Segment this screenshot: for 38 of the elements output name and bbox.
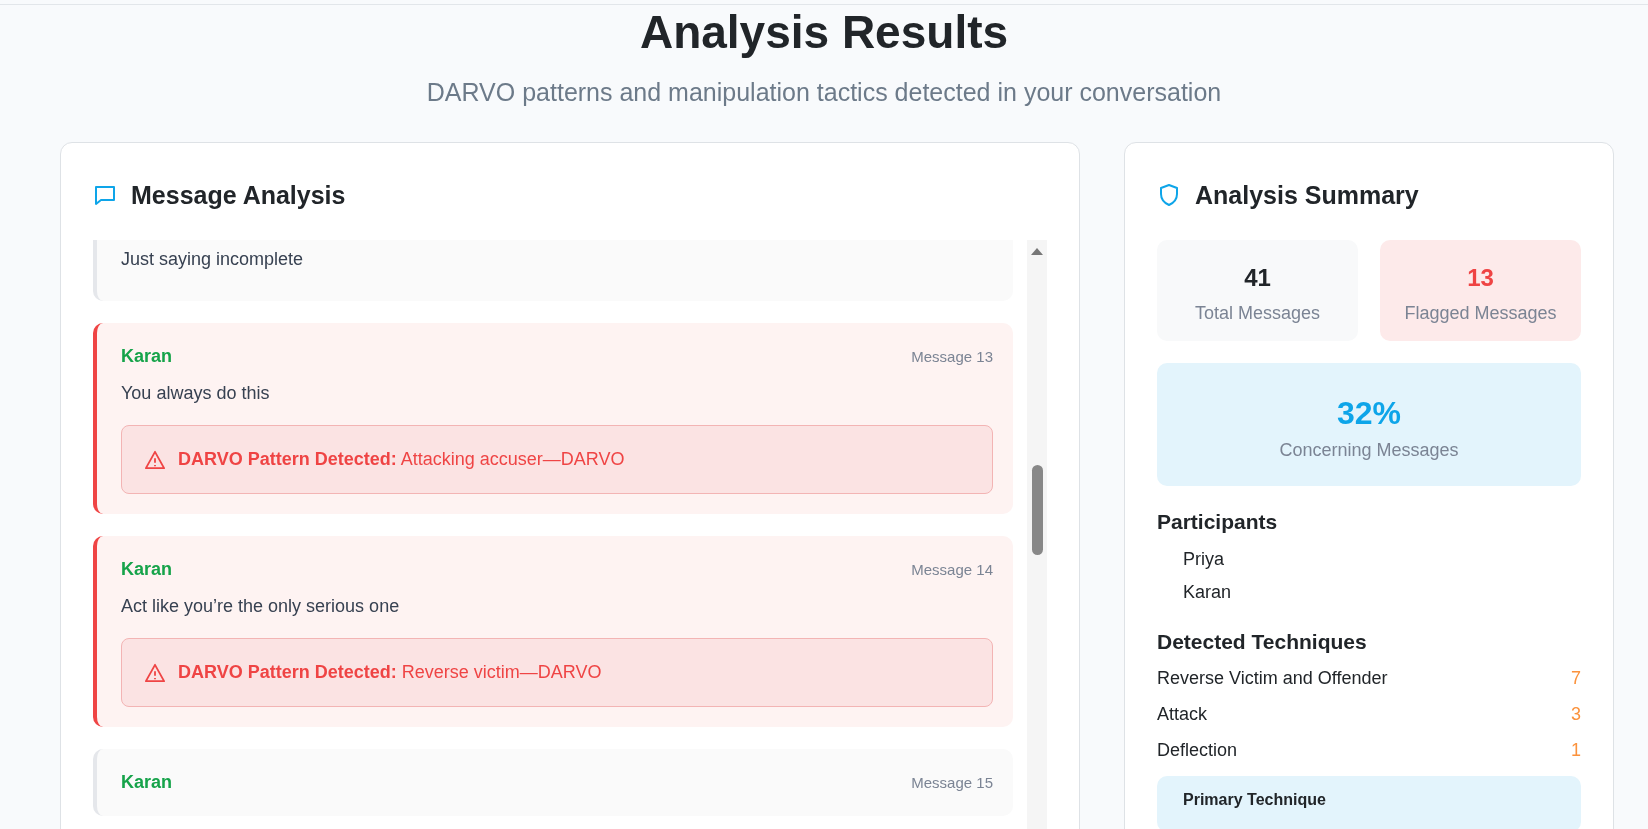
panel-title: Analysis Summary [1195, 179, 1419, 211]
technique-name: Attack [1157, 703, 1208, 727]
participant-name: Karan [1182, 580, 1233, 604]
section-heading: Detected Techniques [1157, 628, 1368, 655]
sender-name: Karan [121, 771, 173, 795]
stat-value: 41 [1243, 263, 1272, 294]
warning-icon [144, 662, 166, 683]
message-number: Message 15 [911, 773, 993, 794]
alert-text: DARVO Pattern Detected: Attacking accuser—DARVO [178, 448, 625, 472]
message-number: Message 13 [911, 347, 993, 368]
technique-name: Deflection [1157, 739, 1238, 763]
message-text: Just saying incomplete [121, 248, 305, 272]
concern-label: Concerning Messages [1278, 439, 1460, 463]
message-text: You always do this [121, 382, 271, 406]
sender-name: Karan [121, 345, 173, 369]
sender-name: Karan [121, 558, 173, 582]
stat-value: 13 [1466, 263, 1495, 294]
message-text: Act like you’re the only serious one [121, 595, 401, 619]
page-subtitle: DARVO patterns and manipulation tactics detected in your conversation [425, 77, 1223, 109]
scroll-up-icon[interactable] [1030, 246, 1044, 257]
technique-name: Reverse Victim and Offender [1157, 667, 1388, 691]
primary-technique-title: Primary Technique [1183, 790, 1327, 811]
technique-count: 7 [1571, 667, 1581, 691]
warning-icon [144, 449, 166, 470]
technique-count: 3 [1571, 703, 1581, 727]
page-title: Analysis Results [638, 5, 1010, 60]
section-heading: Participants [1157, 509, 1279, 536]
chat-bubble-icon [93, 183, 117, 208]
shield-icon [1157, 183, 1181, 208]
panel-title: Message Analysis [131, 179, 346, 211]
concern-percentage: 32% [1335, 394, 1402, 434]
stat-label: Flagged Messages [1403, 302, 1558, 326]
alert-text: DARVO Pattern Detected: Reverse victim—DARVO [178, 661, 602, 685]
technique-count: 1 [1571, 739, 1581, 763]
scrollbar-thumb[interactable] [1032, 465, 1043, 556]
stat-label: Total Messages [1193, 302, 1322, 326]
participant-name: Priya [1182, 547, 1225, 571]
message-number: Message 14 [911, 560, 993, 581]
